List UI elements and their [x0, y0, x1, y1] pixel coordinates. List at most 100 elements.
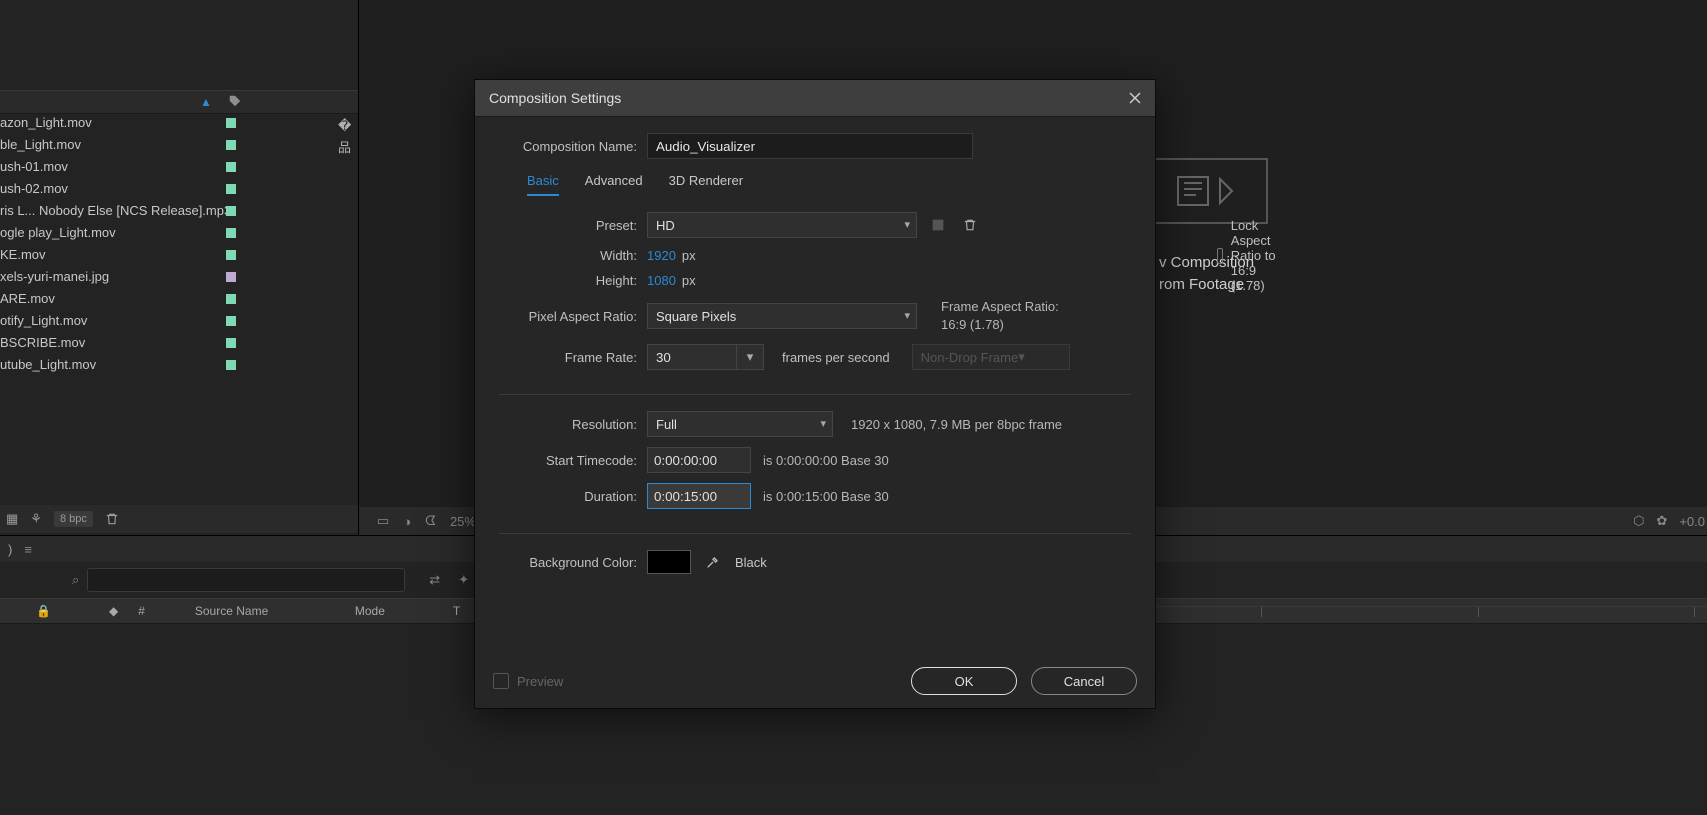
label-swatch[interactable]: [226, 162, 236, 172]
label-swatch[interactable]: [226, 228, 236, 238]
label-swatch[interactable]: [226, 140, 236, 150]
composition-name-label: Composition Name:: [499, 139, 647, 154]
label-swatch[interactable]: [226, 316, 236, 326]
fps-label: frames per second: [782, 350, 890, 365]
toggle-alpha-icon[interactable]: ▭: [377, 513, 389, 529]
col-source-name[interactable]: Source Name: [185, 604, 345, 618]
project-file-row[interactable]: xels-yuri-manei.jpg: [0, 266, 358, 288]
project-file-list: azon_Light.mov�品ble_Light.mov ush-01.mov u…: [0, 112, 358, 376]
project-file-row[interactable]: ARE.mov: [0, 288, 358, 310]
project-file-row[interactable]: KE.mov: [0, 244, 358, 266]
ok-button[interactable]: OK: [911, 667, 1017, 695]
cancel-button[interactable]: Cancel: [1031, 667, 1137, 695]
project-file-row[interactable]: ush-02.mov: [0, 178, 358, 200]
height-input[interactable]: 1080: [647, 273, 676, 288]
frame-rate-dropdown[interactable]: ▾: [737, 344, 764, 370]
start-timecode-note: is 0:00:00:00 Base 30: [763, 453, 889, 468]
frame-aspect-readout: Frame Aspect Ratio: 16:9 (1.78): [941, 298, 1059, 334]
shy-icon[interactable]: ⇄: [429, 572, 440, 588]
exposure-value[interactable]: +0.0: [1679, 514, 1705, 529]
col-mode[interactable]: Mode: [345, 604, 443, 618]
new-comp-from-footage-icon[interactable]: [1154, 158, 1268, 224]
eyedropper-icon[interactable]: [705, 554, 721, 570]
preview-checkbox: [493, 673, 509, 689]
drop-frame-select: Non-Drop Frame ▾: [912, 344, 1070, 370]
vr-icon[interactable]: ᗧ: [425, 513, 436, 529]
background-color-swatch[interactable]: [647, 550, 691, 574]
background-color-name: Black: [735, 555, 767, 570]
dialog-footer: Preview OK Cancel: [475, 654, 1155, 708]
composition-name-input[interactable]: [647, 133, 973, 159]
chevron-down-icon: ▾: [1018, 349, 1025, 365]
start-timecode-input[interactable]: [647, 447, 751, 473]
timeline-tab[interactable]: ): [8, 542, 12, 557]
tab-3d-renderer[interactable]: 3D Renderer: [669, 173, 743, 196]
project-file-row[interactable]: otify_Light.mov: [0, 310, 358, 332]
composition-settings-dialog: Composition Settings Composition Name: B…: [474, 79, 1156, 709]
tab-advanced[interactable]: Advanced: [585, 173, 643, 196]
label-swatch[interactable]: [226, 206, 236, 216]
file-name: utube_Light.mov: [0, 357, 96, 372]
px-unit: px: [682, 248, 696, 263]
pixel-aspect-select[interactable]: Square Pixels ▾: [647, 303, 917, 329]
tab-basic[interactable]: Basic: [527, 173, 559, 196]
duration-note: is 0:00:15:00 Base 30: [763, 489, 889, 504]
preview-label: Preview: [517, 674, 563, 689]
project-file-row[interactable]: ble_Light.mov: [0, 134, 358, 156]
preview-toggle: Preview: [493, 673, 563, 689]
chevron-down-icon: ▾: [904, 309, 910, 322]
project-file-row[interactable]: BSCRIBE.mov: [0, 332, 358, 354]
file-name: BSCRIBE.mov: [0, 335, 85, 350]
file-name: KE.mov: [0, 247, 46, 262]
label-swatch[interactable]: [226, 360, 236, 370]
label-swatch[interactable]: [226, 184, 236, 194]
label-swatch[interactable]: [226, 272, 236, 282]
delete-preset-icon[interactable]: [959, 214, 981, 236]
file-name: ris L... Nobody Else [NCS Release].mp3: [0, 203, 231, 218]
label-swatch[interactable]: [226, 250, 236, 260]
label-swatch[interactable]: [226, 338, 236, 348]
label-column-icon[interactable]: ◆: [99, 604, 128, 618]
project-file-row[interactable]: ush-01.mov: [0, 156, 358, 178]
timeline-menu-icon[interactable]: ≡: [24, 542, 32, 557]
resolution-info: 1920 x 1080, 7.9 MB per 8bpc frame: [851, 417, 1062, 432]
resolution-label: Resolution:: [499, 417, 647, 432]
sort-arrow-icon[interactable]: ▲: [200, 95, 212, 109]
close-button[interactable]: [1123, 86, 1147, 110]
project-file-row[interactable]: ogle play_Light.mov: [0, 222, 358, 244]
bpc-indicator[interactable]: 8 bpc: [54, 511, 93, 527]
width-label: Width:: [499, 248, 647, 263]
exposure-icon[interactable]: ✿: [1656, 513, 1667, 529]
file-name: ARE.mov: [0, 291, 55, 306]
project-file-row[interactable]: ris L... Nobody Else [NCS Release].mp3: [0, 200, 358, 222]
search-icon: ⌕: [72, 572, 79, 588]
duration-label: Duration:: [499, 489, 647, 504]
fx-icon[interactable]: ✦: [458, 572, 469, 588]
duration-input[interactable]: [647, 483, 751, 509]
start-timecode-label: Start Timecode:: [499, 453, 647, 468]
timeline-search-input[interactable]: [87, 568, 405, 592]
col-num[interactable]: #: [128, 604, 155, 618]
lock-column-icon[interactable]: 🔒: [26, 604, 61, 618]
lock-aspect-checkbox[interactable]: [1217, 248, 1223, 264]
frame-rate-input[interactable]: [647, 344, 737, 370]
camera-icon[interactable]: ⬡: [1633, 513, 1644, 529]
zoom-level[interactable]: 25%: [450, 514, 476, 529]
frame-rate-label: Frame Rate:: [499, 350, 647, 365]
resolution-select[interactable]: Full ▾: [647, 411, 833, 437]
col-t[interactable]: T: [443, 604, 470, 618]
project-file-row[interactable]: utube_Light.mov: [0, 354, 358, 376]
render-queue-icon[interactable]: ▦: [6, 511, 18, 527]
project-file-row[interactable]: azon_Light.mov�品: [0, 112, 358, 134]
flow-icon[interactable]: ⚘: [30, 511, 42, 527]
preset-select[interactable]: HD ▾: [647, 212, 917, 238]
tag-icon[interactable]: [228, 94, 242, 108]
label-swatch[interactable]: [226, 118, 236, 128]
file-name: ush-01.mov: [0, 159, 68, 174]
trash-icon[interactable]: [105, 512, 119, 526]
pixel-aspect-value: Square Pixels: [656, 309, 736, 324]
save-preset-icon[interactable]: [927, 214, 949, 236]
label-swatch[interactable]: [226, 294, 236, 304]
width-input[interactable]: 1920: [647, 248, 676, 263]
toggle-mask-icon[interactable]: ◑: [403, 514, 411, 529]
